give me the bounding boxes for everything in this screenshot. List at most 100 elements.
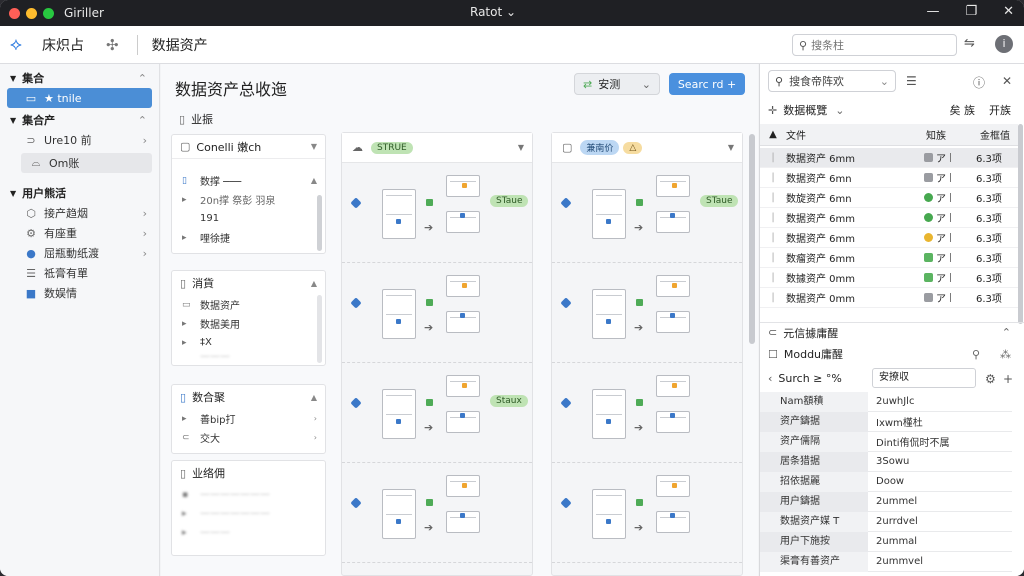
status-icon [924, 273, 933, 282]
sidebar-item-5[interactable]: ■ 数娱情 [0, 283, 159, 303]
column-header-value[interactable]: 金框值 [980, 127, 1010, 142]
sidebar-item-1[interactable]: ⬡ 接产趋烟 › [0, 203, 159, 223]
table-scrollbar[interactable] [1018, 124, 1023, 324]
property-row[interactable]: 数据资产媒 T 2urrdvel [760, 511, 1012, 532]
minimize-icon[interactable]: — [926, 4, 939, 19]
gear-icon[interactable]: ⚙ [985, 372, 996, 386]
source-card-header[interactable]: ▯ 数合聚 ▲ [172, 385, 325, 409]
property-row[interactable]: 招依据麗 Doow [760, 471, 1012, 492]
chevron-up-icon: ⌃ [137, 113, 147, 127]
chevron-left-icon[interactable]: ‹ [768, 372, 772, 385]
property-row[interactable]: 用户下施按 2ummal [760, 531, 1012, 552]
flow-node[interactable] [382, 389, 416, 439]
property-row[interactable]: Nam額積 2uwhJlc [760, 391, 1012, 412]
search-icon: ⚲ [775, 74, 784, 88]
zoom-window-button[interactable] [43, 7, 54, 19]
source-card-header[interactable]: ▢ Conelli 嫩ch ▼ [172, 135, 325, 159]
flow-node[interactable] [382, 489, 416, 539]
sidebar-item-omzhang[interactable]: ⌓ Om账 [21, 153, 152, 173]
source-card-header[interactable]: ▯ 消貨 ▲ [172, 271, 325, 295]
property-row[interactable]: 资产儒隔 Dinti侑侃时不属 [760, 431, 1012, 452]
restore-icon[interactable]: ❐ [965, 4, 977, 19]
grid-icon[interactable]: ⁂ [1000, 348, 1011, 361]
sidebar-section-users[interactable]: ▼ 用户熊活 [0, 183, 159, 203]
scrollbar[interactable] [317, 295, 322, 363]
table-row[interactable]: | 数据资产 6mm ア ǀ 6.3项 [760, 148, 1018, 168]
table-row[interactable]: | 数旋资产 6mn ア ǀ 6.3项 [760, 188, 1018, 208]
sort-label-2[interactable]: 开族 [989, 102, 1011, 118]
list-item[interactable]: ▸ 善bip打 › [172, 409, 325, 428]
apps-icon[interactable]: ✣ [106, 36, 119, 54]
flow-node[interactable] [382, 289, 416, 339]
table-row[interactable]: | 数据资产 0mm ア ǀ 6.3项 [760, 288, 1018, 308]
minimize-window-button[interactable] [26, 7, 37, 19]
close-icon[interactable]: ✕ [1003, 4, 1014, 19]
list-item[interactable]: ▯ 数撑 ─── ▲ [172, 171, 325, 190]
settings-icon[interactable]: ⇋ [964, 36, 975, 51]
close-icon[interactable]: ✕ [1002, 74, 1012, 88]
global-search[interactable]: ⚲ [792, 34, 957, 56]
sidebar-section-collections[interactable]: ▼ 集合 ⌃ [0, 68, 159, 88]
flow-row[interactable]: ➔ [342, 265, 532, 363]
sidebar-section-assets[interactable]: ▼ 集合产 ⌃ [0, 110, 159, 130]
list-item[interactable]: ▭ 数据资产 [172, 295, 325, 314]
avatar[interactable]: i [995, 35, 1013, 53]
flow-column-header[interactable]: ☁ STRUE ▼ [342, 133, 532, 163]
metadata-section-header[interactable]: ⊂ 元信據庸醒 ⌃ [760, 322, 1024, 342]
table-row[interactable]: | 数瘤资产 6mm ア ǀ 6.3项 [760, 248, 1018, 268]
model-section-header[interactable]: ☐ Moddu庸醒 ⚲ ⁂ [760, 344, 1024, 364]
list-item[interactable]: ▸ ‡X [172, 333, 325, 352]
list-item[interactable]: ▸ 哩徐捷 [172, 228, 325, 247]
global-search-input[interactable] [811, 38, 942, 52]
table-row[interactable]: | 数据资产 6mm ア ǀ 6.3项 [760, 208, 1018, 228]
property-row[interactable]: 居条猎据 3Sowu [760, 451, 1012, 472]
flow-row[interactable]: ➔ STaue [342, 165, 532, 263]
caret-up-icon[interactable]: ▲ [760, 129, 786, 140]
sidebar-item-ure10[interactable]: ⊃ Ure10 前 › [0, 130, 159, 150]
column-header-status[interactable]: 知族 [926, 127, 980, 142]
flow-node[interactable] [592, 389, 626, 439]
flow-node[interactable] [592, 289, 626, 339]
flow-node[interactable] [382, 189, 416, 239]
flow-node[interactable] [592, 489, 626, 539]
close-window-button[interactable] [9, 7, 20, 19]
sidebar-item-tnile[interactable]: ▭ ★ tnile [7, 88, 152, 108]
flow-node[interactable] [592, 189, 626, 239]
property-row[interactable]: 渠膏有善资产 2ummvel [760, 551, 1012, 572]
plus-icon[interactable]: + [1003, 372, 1013, 386]
sidebar-item-2[interactable]: ⚙ 有座重 › [0, 223, 159, 243]
column-header-name[interactable]: 文件 [786, 127, 926, 142]
table-row[interactable]: | 数据资产 6mm ア ǀ 6.3项 [760, 228, 1018, 248]
sort-label[interactable]: 矣 族 [950, 102, 976, 118]
list-item[interactable]: ⊂ 交大 › [172, 428, 325, 447]
table-row[interactable]: | 数据资产 6mn ア ǀ 6.3项 [760, 168, 1018, 188]
info-icon[interactable]: ⓘ [973, 74, 985, 91]
scrollbar[interactable] [317, 195, 322, 251]
flow-row[interactable]: ➔ [552, 365, 742, 463]
window-title[interactable]: Ratot ⌄ [470, 5, 516, 19]
sidebar-item-4[interactable]: ☰ 祗膏有單 [0, 263, 159, 283]
menu-icon[interactable]: ☰ [906, 74, 917, 88]
source-card-header[interactable]: ▯ 业络佣 [172, 461, 325, 485]
pin-icon[interactable]: ⚲ [972, 348, 980, 361]
flow-row[interactable]: ➔ [552, 465, 742, 563]
list-item[interactable]: 191 [172, 209, 325, 228]
flow-column-header[interactable]: ▢ 兼南价 △ ▼ [552, 133, 742, 163]
property-row[interactable]: 资产鑄据 Ixwm槿杜 [760, 411, 1012, 432]
main-scrollbar[interactable] [749, 134, 755, 344]
list-item[interactable]: ▸ 数据美用 [172, 314, 325, 333]
flow-row[interactable]: ➔ [552, 265, 742, 363]
property-key: 居条猎据 [760, 451, 868, 472]
search-add-button[interactable]: Searc rd + [669, 73, 745, 95]
list-item[interactable]: ▸ 20n撑 祭彭 羽泉 [172, 190, 325, 209]
property-search-input[interactable]: 安撩収 [872, 368, 976, 388]
sidebar-item-3[interactable]: ● 屈瓶動纸渡 › [0, 243, 159, 263]
filter-dropdown-button[interactable]: ⇄ 安测 ⌄ [574, 73, 660, 95]
table-row[interactable]: | 数據资产 0mm ア ǀ 6.3项 [760, 268, 1018, 288]
panel-search[interactable]: ⚲ 搜食帝阵欢 ⌄ [768, 70, 896, 92]
flow-row[interactable]: ➔ [342, 465, 532, 563]
flow-row[interactable]: ➔ Staux [342, 365, 532, 463]
property-row[interactable]: 用户鑄据 2ummel [760, 491, 1012, 512]
flow-row[interactable]: ➔ STaue [552, 165, 742, 263]
overview-section-header[interactable]: ✛ 数据概覽 ⌄ 矣 族开族 [760, 100, 1024, 120]
